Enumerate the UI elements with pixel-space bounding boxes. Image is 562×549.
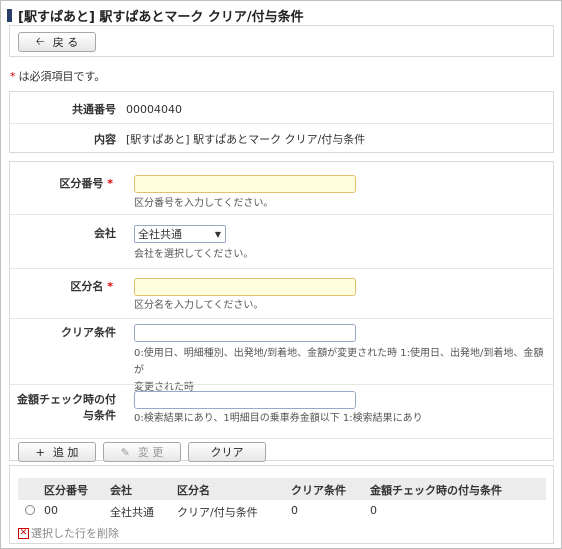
cell-company: 全社共通 — [110, 506, 154, 519]
clear-condition-label: クリア条件 — [61, 326, 116, 339]
main-window: [駅すぱあと] 駅すぱあとマーク クリア/付与条件 🡠 戻 る * は必須項目です… — [0, 0, 562, 549]
amount-check-label-line2: 与条件 — [83, 409, 116, 422]
row-select-radio[interactable] — [25, 505, 35, 515]
dropdown-arrow-icon: ▼ — [214, 229, 221, 239]
list-panel: 区分番号 会社 区分名 クリア条件 金額チェック時の付与条件 00 全社共通 ク… — [9, 465, 554, 544]
delete-selected-link[interactable]: ✕ 選択した行を削除 — [18, 525, 119, 541]
company-label: 会社 — [94, 227, 116, 240]
row-company: 会社 全社共通 ▼ 会社を選択してください。 — [10, 214, 553, 268]
content-label: 内容 — [94, 132, 116, 146]
page-title: [駅すぱあと] 駅すぱあとマーク クリア/付与条件 — [18, 9, 304, 25]
arrow-left-icon: 🡠 — [35, 34, 45, 48]
amount-check-label-line1: 金額チェック時の付 — [17, 393, 116, 406]
division-name-input[interactable] — [134, 278, 356, 296]
action-bar: + 追 加 ✎ 変 更 クリア — [10, 438, 553, 462]
col-header-company: 会社 — [110, 484, 132, 497]
back-button[interactable]: 🡠 戻 る — [18, 32, 96, 52]
table-row[interactable]: 00 全社共通 クリア/付与条件 0 0 — [18, 500, 546, 522]
header-panel: 🡠 戻 る — [9, 25, 554, 57]
required-star: * — [107, 177, 113, 190]
common-no-value: 00004040 — [126, 102, 182, 116]
division-name-hint: 区分名を入力してください。 — [134, 300, 264, 311]
required-note: * は必須項目です。 — [10, 68, 105, 84]
row-division-no: 区分番号 * 区分番号を入力してください。 — [10, 162, 553, 214]
clear-button-label: クリア — [210, 446, 244, 459]
add-button[interactable]: + 追 加 — [18, 442, 96, 462]
page-title-bar: [駅すぱあと] 駅すぱあとマーク クリア/付与条件 — [7, 5, 304, 25]
pencil-icon: ✎ — [120, 445, 130, 459]
division-name-label-text: 区分名 — [70, 280, 104, 293]
table-header: 区分番号 会社 区分名 クリア条件 金額チェック時の付与条件 — [18, 478, 546, 500]
edit-button[interactable]: ✎ 変 更 — [103, 442, 181, 462]
division-no-label: 区分番号 * — [10, 176, 126, 192]
col-header-amount-check: 金額チェック時の付与条件 — [370, 484, 502, 497]
division-no-label-text: 区分番号 — [59, 177, 104, 190]
row-clear-condition: クリア条件 0:使用日、明細種別、出発地/到着地、金額が変更された時 1:使用日… — [10, 318, 553, 393]
cell-division-name: クリア/付与条件 — [177, 506, 258, 519]
info-row-common-no: 共通番号 00004040 — [10, 94, 553, 124]
content-value: [駅すぱあと] 駅すぱあとマーク クリア/付与条件 — [126, 132, 366, 146]
clear-condition-input[interactable] — [134, 324, 356, 342]
delete-selected-label: 選択した行を削除 — [31, 527, 119, 540]
division-no-hint: 区分番号を入力してください。 — [134, 198, 274, 209]
col-header-division-no: 区分番号 — [44, 484, 88, 497]
clear-condition-hint-line1: 0:使用日、明細種別、出発地/到着地、金額が変更された時 1:使用日、出発地/到… — [134, 348, 544, 376]
col-header-clear-condition: クリア条件 — [291, 484, 346, 497]
amount-check-input[interactable] — [134, 391, 356, 409]
edit-button-label: 変 更 — [137, 446, 164, 459]
add-button-label: 追 加 — [52, 446, 79, 459]
info-panel: 共通番号 00004040 内容 [駅すぱあと] 駅すぱあとマーク クリア/付与… — [9, 91, 554, 153]
division-no-input[interactable] — [134, 175, 356, 193]
company-hint: 会社を選択してください。 — [134, 249, 254, 260]
amount-check-hint: 0:検索結果にあり、1明細目の乗車券金額以下 1:検索結果にあり — [134, 413, 423, 424]
required-star: * — [107, 280, 113, 293]
company-select[interactable]: 全社共通 ▼ — [134, 225, 226, 243]
form-panel: 区分番号 * 区分番号を入力してください。 会社 全社共通 ▼ 会社を選択してく… — [9, 161, 554, 462]
row-amount-check: 金額チェック時の付 与条件 0:検索結果にあり、1明細目の乗車券金額以下 1:検… — [10, 384, 553, 438]
common-no-label: 共通番号 — [72, 103, 116, 116]
back-button-label: 戻 る — [52, 36, 79, 49]
plus-icon: + — [35, 445, 45, 459]
title-marker — [7, 8, 12, 22]
cell-clear-condition: 0 — [291, 504, 298, 517]
amount-check-label: 金額チェック時の付 与条件 — [10, 392, 126, 424]
cell-amount-check: 0 — [370, 504, 377, 517]
division-name-label: 区分名 * — [10, 279, 126, 295]
cell-division-no: 00 — [44, 504, 58, 517]
clear-button[interactable]: クリア — [188, 442, 266, 462]
row-division-name: 区分名 * 区分名を入力してください。 — [10, 268, 553, 318]
required-star: * — [10, 70, 16, 83]
col-header-division-name: 区分名 — [177, 484, 210, 497]
info-row-content: 内容 [駅すぱあと] 駅すぱあとマーク クリア/付与条件 — [10, 123, 553, 153]
delete-x-icon: ✕ — [18, 527, 29, 539]
company-selected: 全社共通 — [138, 228, 182, 241]
required-note-text: は必須項目です。 — [18, 70, 106, 83]
